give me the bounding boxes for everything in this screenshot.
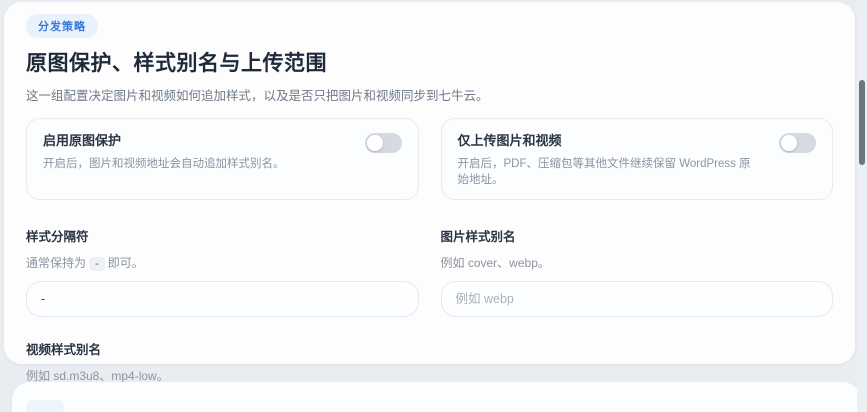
scrollbar-thumb[interactable] [859,80,865,165]
field-style-separator: 样式分隔符 通常保持为 - 即可。 [26,226,419,317]
field-hint: 例如 cover、webp。 [440,256,550,270]
field-label: 视频样式别名 [26,343,102,357]
toggle-card-media-only-upload: 仅上传图片和视频 开启后，PDF、压缩包等其他文件继续保留 WordPress … [440,118,833,200]
hint-suffix: 即可。 [107,256,144,270]
scrollbar-track[interactable] [857,0,867,412]
section-badge: 分发策略 [26,14,98,38]
separator-kbd: - [89,257,105,271]
next-section-card [12,382,861,412]
toggle-knob [366,135,383,151]
page-title: 原图保护、样式别名与上传范围 [26,52,327,75]
field-label: 样式分隔符 [26,230,89,244]
toggle-row: 启用原图保护 开启后，图片和视频地址会自动追加样式别名。 仅上传图片和视频 开启… [26,118,833,200]
hint-prefix: 通常保持为 [26,256,87,270]
toggle-knob [781,135,797,151]
toggle-title: 启用原图保护 [43,133,122,148]
original-protection-toggle[interactable] [364,133,402,153]
page-subtitle: 这一组配置决定图片和视频如何追加样式，以及是否只把图片和视频同步到七牛云。 [26,89,489,103]
toggle-card-original-protection: 启用原图保护 开启后，图片和视频地址会自动追加样式别名。 [26,118,419,200]
image-style-alias-input[interactable] [440,281,833,317]
style-separator-input[interactable] [26,281,419,317]
next-section-badge-stub [26,400,64,412]
toggle-title: 仅上传图片和视频 [457,133,562,148]
field-hint: 通常保持为 - 即可。 [26,254,419,271]
distribution-strategy-card: 分发策略 原图保护、样式别名与上传范围 这一组配置决定图片和视频如何追加样式，以… [4,2,855,412]
media-only-upload-toggle[interactable] [779,133,816,153]
toggle-description: 开启后，图片和视频地址会自动追加样式别名。 [43,158,285,170]
field-label: 图片样式别名 [440,230,516,244]
field-image-style-alias: 图片样式别名 例如 cover、webp。 [440,226,833,317]
toggle-description: 开启后，PDF、压缩包等其他文件继续保留 WordPress 原始地址。 [457,158,751,186]
settings-page: 分发策略 原图保护、样式别名与上传范围 这一组配置决定图片和视频如何追加样式，以… [0,0,867,412]
